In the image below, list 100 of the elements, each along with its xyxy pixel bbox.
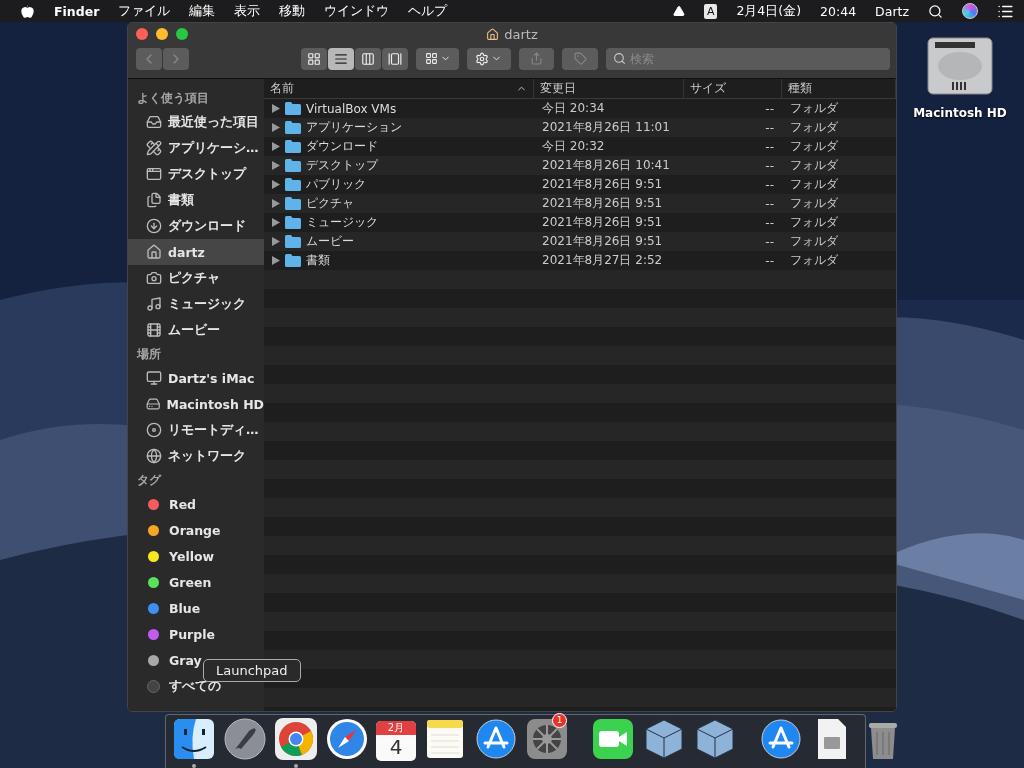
columns-icon: [361, 51, 375, 66]
sidebar-item[interactable]: アプリケーシ…: [128, 135, 264, 161]
disclosure-triangle-icon[interactable]: [272, 123, 280, 132]
folder-icon: [285, 235, 301, 248]
sidebar-item[interactable]: ムービー: [128, 317, 264, 343]
zoom-button[interactable]: [176, 28, 188, 40]
sidebar-item[interactable]: ダウンロード: [128, 213, 264, 239]
column-header[interactable]: 種類: [782, 79, 896, 98]
siri-icon[interactable]: [962, 3, 978, 19]
music-note-icon: [146, 296, 162, 312]
sidebar-item[interactable]: dartz: [128, 239, 264, 265]
app-store-icon[interactable]: [474, 716, 518, 761]
sidebar-item[interactable]: Red: [128, 491, 264, 517]
modified-date: 2021年8月26日 9:51: [541, 195, 664, 212]
disclosure-triangle-icon[interactable]: [272, 180, 280, 189]
sidebar-item[interactable]: リモートディ…: [128, 417, 264, 443]
gear-icon: [475, 51, 490, 66]
window-icon: [146, 166, 162, 182]
menu-item[interactable]: 編集: [189, 2, 216, 20]
view-mode-button[interactable]: [301, 47, 327, 70]
finder-icon[interactable]: [172, 716, 216, 761]
calendar-month: 2月: [387, 720, 405, 735]
sidebar-item[interactable]: Blue: [128, 595, 264, 621]
file-size: --: [764, 253, 775, 268]
input-source-badge[interactable]: A: [703, 3, 718, 19]
disclosure-triangle-icon[interactable]: [272, 256, 280, 265]
window-title: dartz: [504, 26, 538, 42]
column-header[interactable]: 変更日: [534, 79, 684, 98]
menu-item[interactable]: 移動: [279, 2, 306, 20]
group-button[interactable]: [416, 47, 460, 70]
hard-drive-icon: [146, 396, 161, 412]
sidebar-item[interactable]: Macintosh HD: [128, 391, 264, 417]
pencil-ruler-icon: [146, 140, 162, 156]
folder-icon: [285, 140, 301, 153]
menu-item[interactable]: ファイル: [118, 2, 171, 20]
sidebar-heading: よく使う項目: [136, 90, 210, 107]
house-icon: [146, 244, 162, 260]
menu-time[interactable]: 20:44: [820, 3, 857, 19]
disclosure-triangle-icon[interactable]: [272, 237, 280, 246]
action-button[interactable]: [467, 47, 511, 70]
house-icon: [486, 27, 500, 41]
menu-date[interactable]: 2月4日(金): [736, 2, 802, 20]
app-menu[interactable]: Finder: [54, 3, 100, 19]
sidebar-item[interactable]: Yellow: [128, 543, 264, 569]
folder-icon: [285, 102, 301, 115]
disclosure-triangle-icon[interactable]: [272, 161, 280, 170]
sidebar-item[interactable]: Purple: [128, 621, 264, 647]
user-name[interactable]: Dartz: [875, 3, 909, 19]
view-mode-button[interactable]: [328, 47, 354, 70]
file-kind: フォルダ: [789, 100, 839, 117]
column-header[interactable]: サイズ: [684, 79, 782, 98]
share-button[interactable]: [518, 47, 555, 70]
view-mode-button[interactable]: [355, 47, 381, 70]
tag-button[interactable]: [562, 47, 598, 70]
disclosure-triangle-icon[interactable]: [272, 142, 280, 151]
disclosure-triangle-icon[interactable]: [272, 218, 280, 227]
disclosure-triangle-icon[interactable]: [272, 199, 280, 208]
menu-item[interactable]: ヘルプ: [408, 2, 448, 20]
video-camera-icon[interactable]: [591, 716, 635, 761]
sidebar-item[interactable]: Orange: [128, 517, 264, 543]
file-name: ピクチャ: [306, 195, 354, 212]
sidebar-item[interactable]: デスクトップ: [128, 161, 264, 187]
grid-icon: [424, 52, 438, 65]
sidebar-item[interactable]: ピクチャ: [128, 265, 264, 291]
compass-icon[interactable]: [325, 716, 369, 761]
eject-icon[interactable]: [672, 5, 685, 17]
folder-icon: [285, 254, 301, 267]
folder-icon: [285, 197, 301, 210]
menu-item[interactable]: 表示: [234, 2, 261, 20]
disc-icon: [146, 422, 162, 438]
sidebar-item[interactable]: ミュージック: [128, 291, 264, 317]
sidebar-item[interactable]: Green: [128, 569, 264, 595]
sidebar-item[interactable]: Dartz's iMac: [128, 365, 264, 391]
modified-date: 今日 20:32: [541, 138, 606, 155]
running-indicator: [192, 763, 196, 768]
minimize-button[interactable]: [156, 28, 168, 40]
calendar-icon[interactable]: 2月 4: [376, 720, 416, 761]
chrome-icon[interactable]: [274, 716, 318, 761]
file-name: ムービー: [306, 233, 354, 250]
sidebar-item[interactable]: 最近使った項目: [128, 109, 264, 135]
film-icon: [146, 322, 162, 338]
close-button[interactable]: [136, 28, 148, 40]
file-name: ダウンロード: [306, 138, 378, 155]
sidebar-heading: タグ: [136, 472, 163, 489]
modified-date: 2021年8月26日 10:41: [541, 157, 671, 174]
modified-date: 2021年8月27日 2:52: [541, 252, 664, 269]
disclosure-triangle-icon[interactable]: [272, 104, 280, 113]
app-store-icon[interactable]: [759, 716, 803, 761]
menu-item[interactable]: ウインドウ: [324, 2, 390, 20]
sidebar-item[interactable]: ネットワーク: [128, 443, 264, 469]
sidebar-item[interactable]: 書類: [128, 187, 264, 213]
search-icon[interactable]: [928, 3, 943, 19]
gear-icon[interactable]: [525, 716, 569, 761]
column-header[interactable]: 名前: [264, 79, 534, 98]
file-size: --: [764, 101, 775, 116]
tag-icon: [573, 52, 587, 65]
view-mode-button[interactable]: [382, 47, 408, 70]
file-name: アプリケーション: [306, 119, 402, 136]
file-size: --: [764, 234, 775, 249]
dock-tooltip: Launchpad: [203, 659, 301, 682]
